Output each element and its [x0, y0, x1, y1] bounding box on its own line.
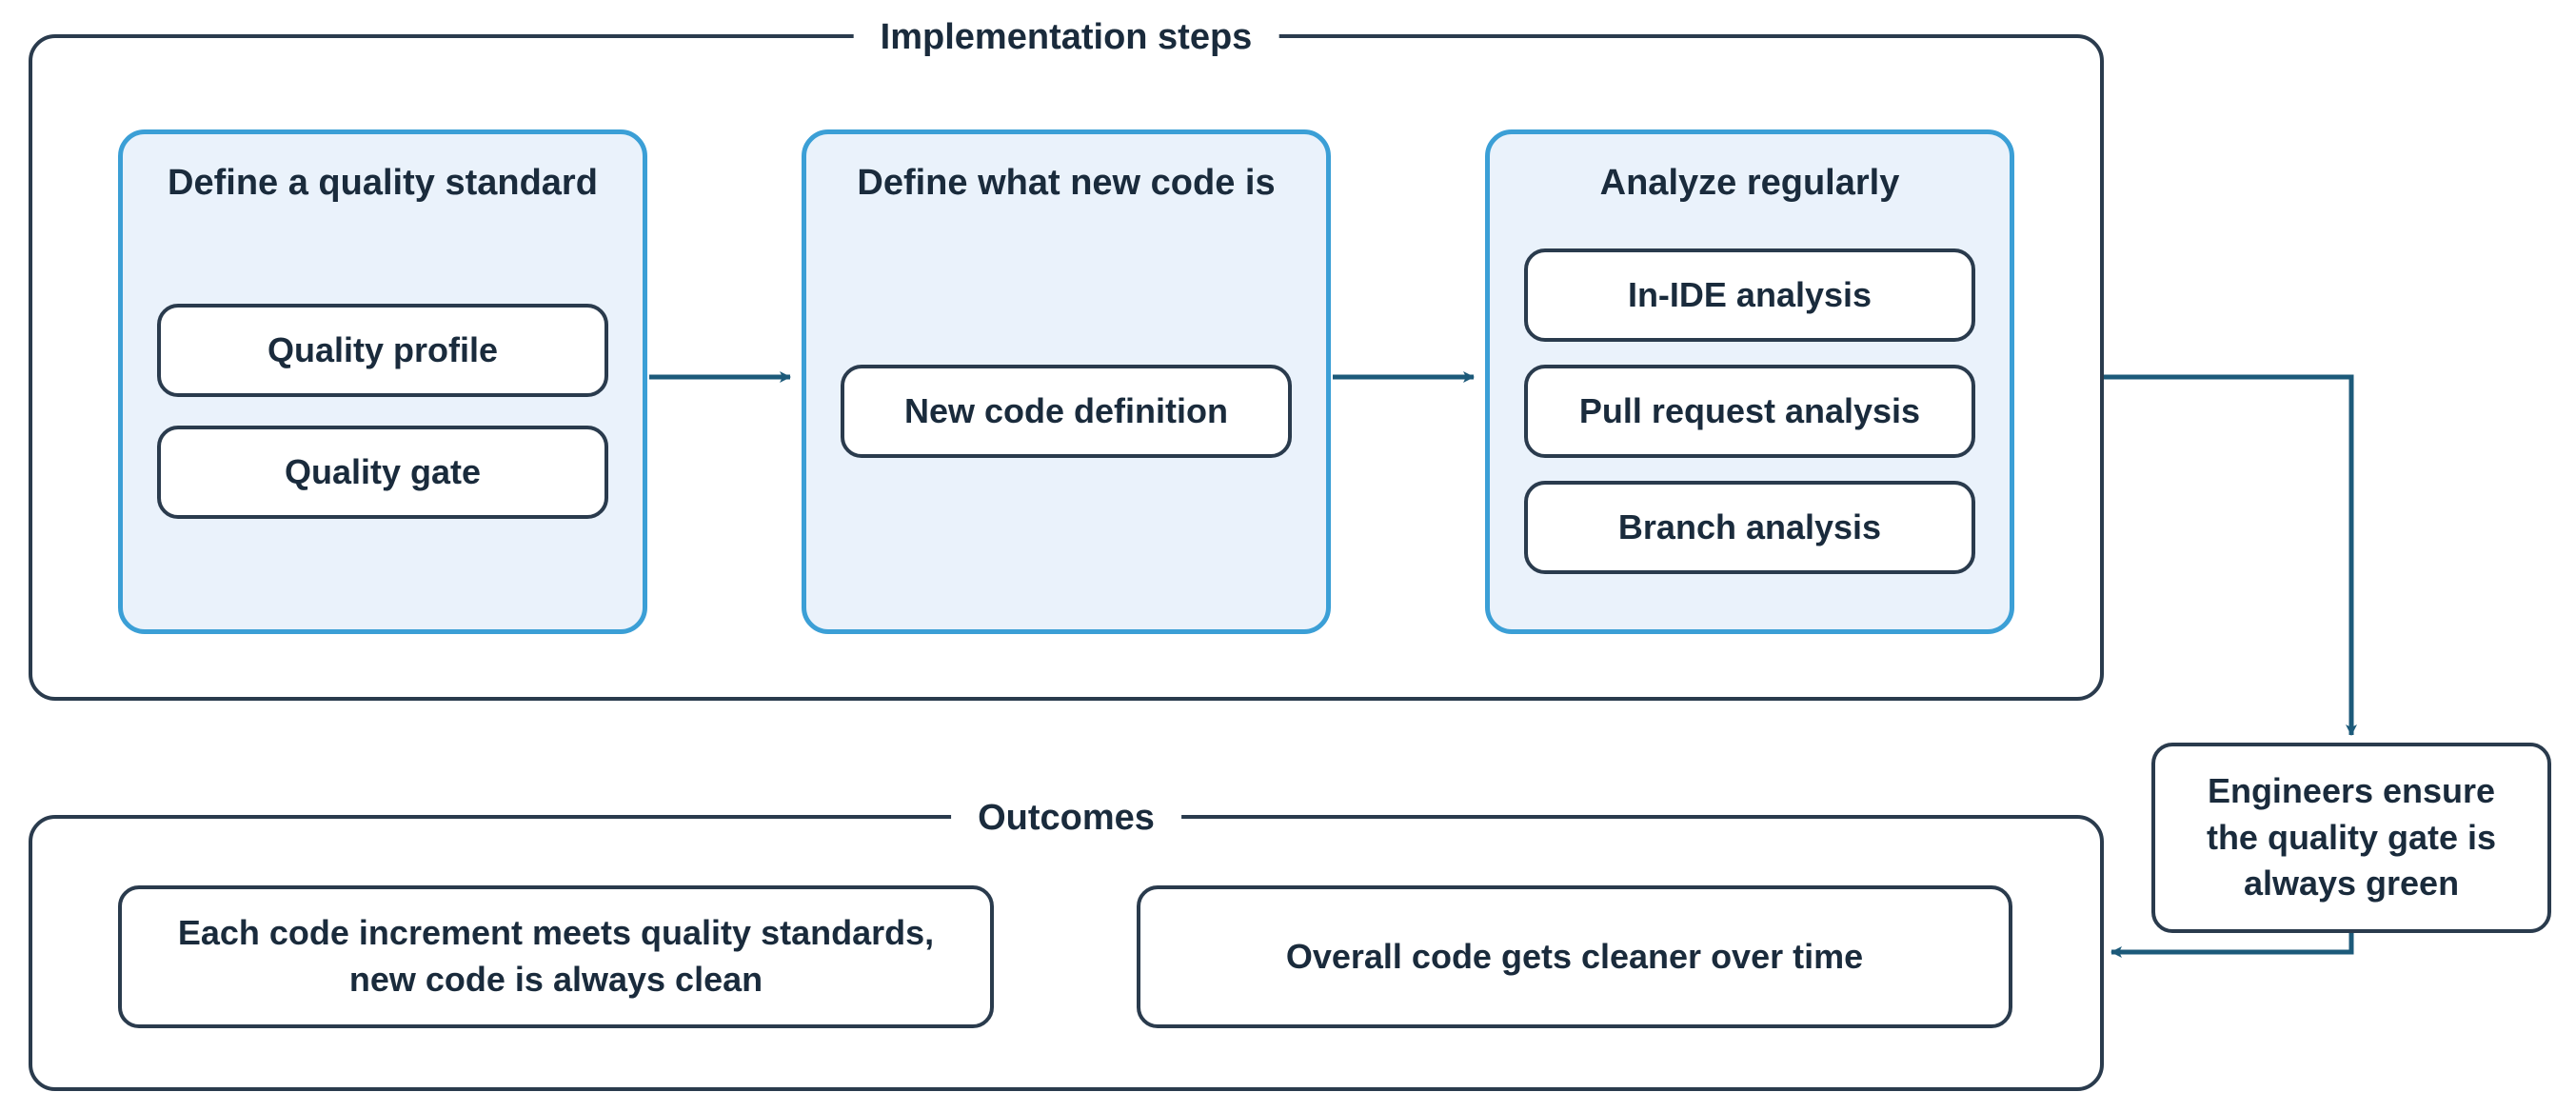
step-body: Quality profile Quality gate — [157, 230, 608, 591]
chip-quality-gate: Quality gate — [157, 426, 608, 519]
outcomes-title: Outcomes — [951, 798, 1181, 839]
step-body: In-IDE analysis Pull request analysis Br… — [1524, 230, 1975, 591]
outcomes-container: Outcomes Each code increment meets quali… — [29, 815, 2104, 1091]
step-title: Define a quality standard — [168, 163, 598, 204]
implementation-title: Implementation steps — [854, 17, 1279, 58]
arrow-engineers-to-outcomes — [2111, 933, 2351, 952]
outcome-1: Each code increment meets quality standa… — [118, 885, 994, 1028]
chip-pull-request-analysis: Pull request analysis — [1524, 365, 1975, 458]
outcome-2: Overall code gets cleaner over time — [1137, 885, 2012, 1028]
step-analyze-regularly: Analyze regularly In-IDE analysis Pull r… — [1485, 129, 2014, 634]
step-define-new-code: Define what new code is New code definit… — [802, 129, 1331, 634]
arrow-impl-to-engineers — [2104, 377, 2351, 735]
chip-quality-profile: Quality profile — [157, 304, 608, 397]
engineers-node: Engineers ensure the quality gate is alw… — [2151, 743, 2551, 933]
implementation-steps-container: Implementation steps Define a quality st… — [29, 34, 2104, 701]
chip-branch-analysis: Branch analysis — [1524, 481, 1975, 574]
step-define-quality-standard: Define a quality standard Quality profil… — [118, 129, 647, 634]
step-body: New code definition — [841, 230, 1292, 591]
step-title: Define what new code is — [857, 163, 1275, 204]
step-title: Analyze regularly — [1600, 163, 1900, 204]
chip-new-code-definition: New code definition — [841, 365, 1292, 458]
chip-in-ide-analysis: In-IDE analysis — [1524, 248, 1975, 342]
